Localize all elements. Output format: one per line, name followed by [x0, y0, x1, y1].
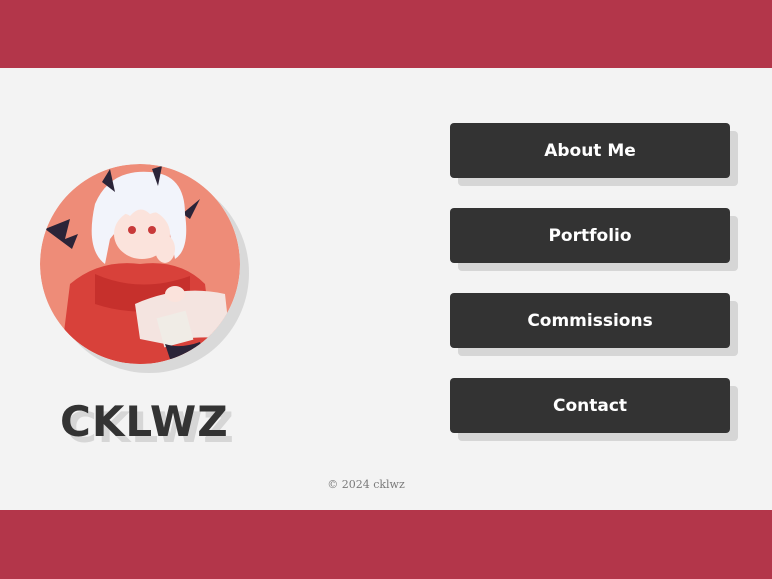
- site-name: CKLWZ: [60, 397, 229, 446]
- portfolio-button[interactable]: Portfolio: [450, 208, 730, 263]
- top-banner: [0, 0, 772, 68]
- copyright-footer: © 2024 cklwz: [327, 478, 405, 491]
- avatar-illustration: [40, 164, 240, 364]
- contact-button[interactable]: Contact: [450, 378, 730, 433]
- main-nav: About Me Portfolio Commissions Contact: [450, 123, 740, 463]
- commissions-button[interactable]: Commissions: [450, 293, 730, 348]
- avatar: [40, 164, 240, 364]
- about-me-button[interactable]: About Me: [450, 123, 730, 178]
- bottom-banner: [0, 510, 772, 579]
